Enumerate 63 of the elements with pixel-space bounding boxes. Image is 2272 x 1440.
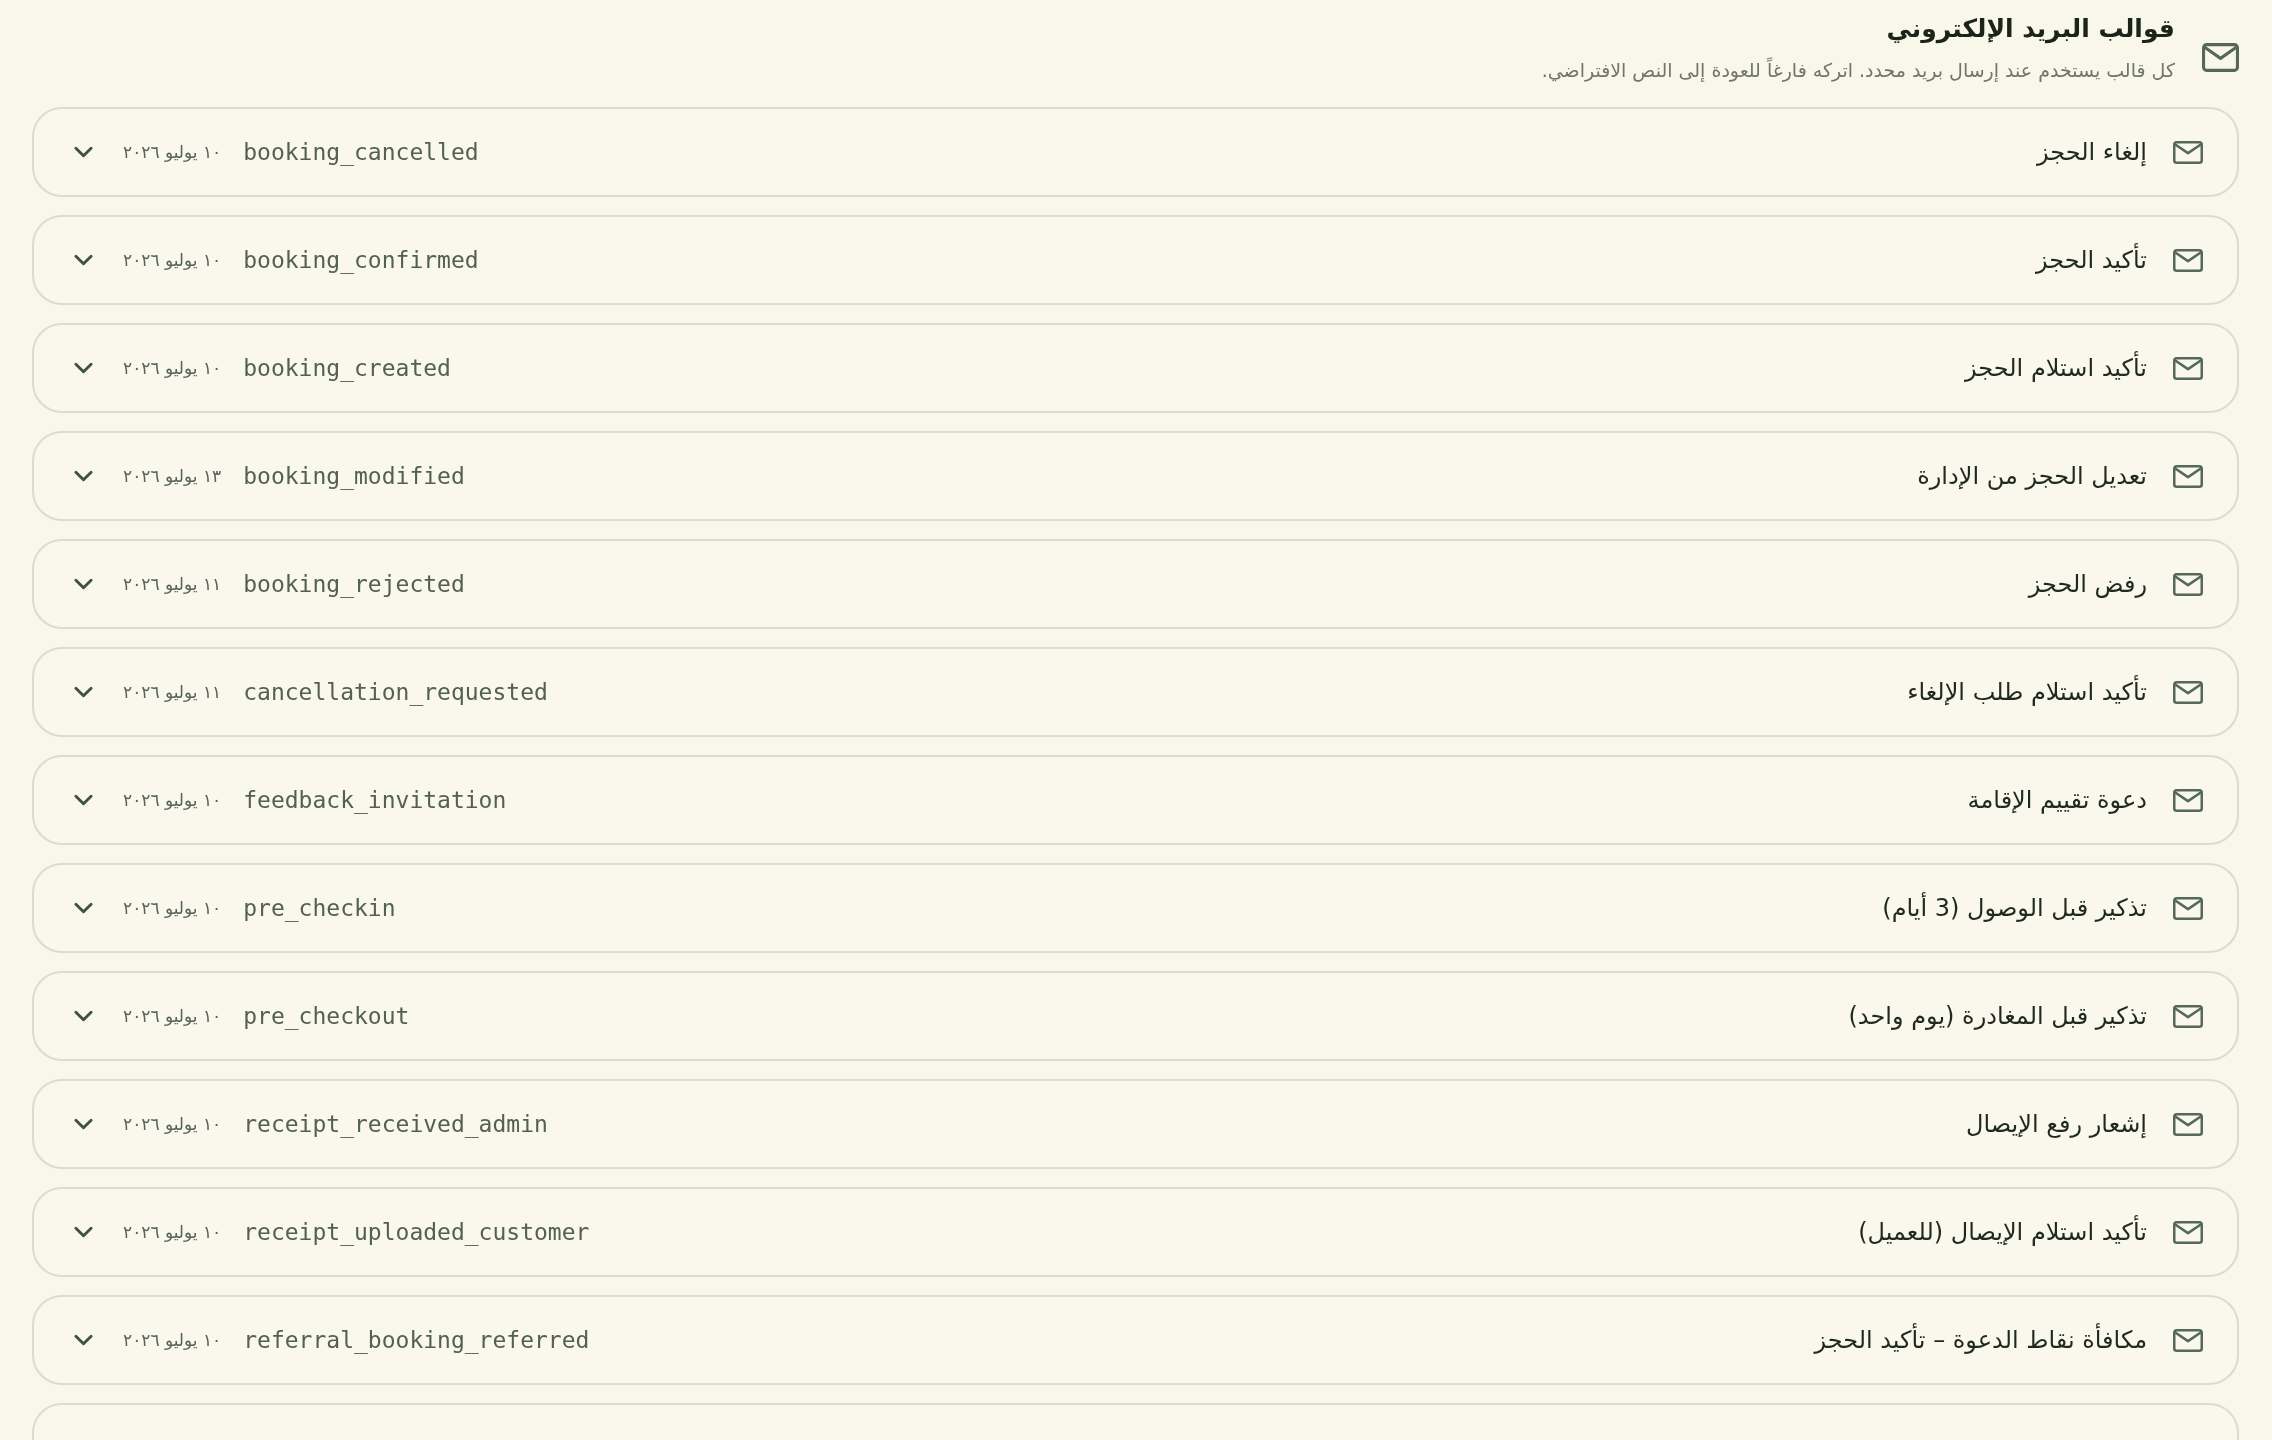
updated-date: ١٠ يوليو ٢٠٢٦: [123, 789, 222, 812]
mail-icon: [2173, 788, 2203, 812]
chevron-icon[interactable]: [74, 254, 93, 266]
chevron-icon[interactable]: [74, 794, 93, 806]
chevron-icon[interactable]: [74, 146, 93, 158]
template-key: referral_booking_referred: [243, 1324, 590, 1356]
mail-icon: [2173, 1220, 2203, 1244]
template-key: feedback_invitation: [243, 784, 507, 816]
page-title: قوالب البريد الإلكتروني: [1886, 13, 2175, 46]
template-name: تأكيد استلام الإيصال (للعميل): [1858, 1215, 2147, 1249]
mail-icon: [2173, 1112, 2203, 1136]
chevron-icon[interactable]: [74, 1010, 93, 1022]
template-name: رفض الحجز: [2028, 569, 2147, 600]
updated-date: ١٠ يوليو ٢٠٢٦: [123, 357, 222, 380]
mail-icon: [2173, 1328, 2203, 1352]
updated-date: ١١ يوليو ٢٠٢٦: [123, 681, 222, 704]
updated-date: ١٠ يوليو ٢٠٢٦: [123, 1221, 222, 1244]
chevron-icon[interactable]: [74, 902, 93, 914]
updated-date: ١٠ يوليو ٢٠٢٦: [123, 249, 222, 272]
updated-date: ١٠ يوليو ٢٠٢٦: [123, 141, 222, 164]
mail-icon: [2173, 896, 2203, 920]
mail-icon: [2173, 464, 2203, 488]
template-name: تذكير قبل الوصول (3 أيام): [1882, 891, 2147, 924]
chevron-icon[interactable]: [74, 470, 93, 482]
updated-date: ١٠ يوليو ٢٠٢٦: [123, 1113, 222, 1136]
template-key: receipt_received_admin: [243, 1108, 548, 1140]
template-name: إلغاء الحجز: [2037, 137, 2147, 168]
template-key: booking_confirmed: [243, 244, 479, 276]
updated-date: ١١ يوليو ٢٠٢٦: [123, 573, 222, 596]
mail-icon: [2173, 356, 2203, 380]
updated-date: ١٠ يوليو ٢٠٢٦: [123, 1005, 222, 1028]
updated-date: ١٣ يوليو ٢٠٢٦: [123, 465, 222, 488]
mail-icon: [2173, 140, 2203, 164]
template-name: تعديل الحجز من الإدارة: [1917, 461, 2147, 492]
template-key: cancellation_requested: [243, 676, 548, 708]
chevron-icon[interactable]: [74, 1118, 93, 1130]
updated-date: ١٠ يوليو ٢٠٢٦: [123, 1329, 222, 1352]
mail-icon: [2173, 1004, 2203, 1028]
updated-date: ١٠ يوليو ٢٠٢٦: [123, 897, 222, 920]
template-name: دعوة تقييم الإقامة: [1967, 785, 2147, 816]
template-key: booking_cancelled: [243, 136, 479, 168]
page-subtitle: كل قالب يستخدم عند إرسال بريد محدد. اتركه فارغاً للعودة إلى النص الافتراضي.: [1541, 56, 2175, 84]
template-key: pre_checkout: [243, 1000, 410, 1032]
chevron-icon[interactable]: [74, 1226, 93, 1238]
chevron-icon[interactable]: [74, 362, 93, 374]
template-name: تذكير قبل المغادرة (يوم واحد): [1848, 1001, 2147, 1032]
template-key: booking_rejected: [243, 568, 465, 600]
template-key: pre_checkin: [243, 892, 396, 924]
mail-icon: [2202, 43, 2239, 72]
mail-icon: [2173, 248, 2203, 272]
template-key: booking_created: [243, 352, 451, 384]
chevron-icon[interactable]: [74, 686, 93, 698]
template-key: receipt_uploaded_customer: [243, 1216, 590, 1248]
template-name: تأكيد الحجز: [2035, 243, 2147, 277]
template-key: booking_modified: [243, 460, 465, 492]
template-name: تأكيد استلام الحجز: [1965, 351, 2147, 385]
template-name: إشعار رفع الإيصال: [1966, 1109, 2147, 1140]
chevron-icon[interactable]: [74, 1334, 93, 1346]
template-name: مكافأة نقاط الدعوة – تأكيد الحجز: [1814, 1323, 2147, 1357]
chevron-icon[interactable]: [74, 578, 93, 590]
mail-icon: [2173, 680, 2203, 704]
template-name: تأكيد استلام طلب الإلغاء: [1907, 675, 2147, 709]
mail-icon: [2173, 572, 2203, 596]
